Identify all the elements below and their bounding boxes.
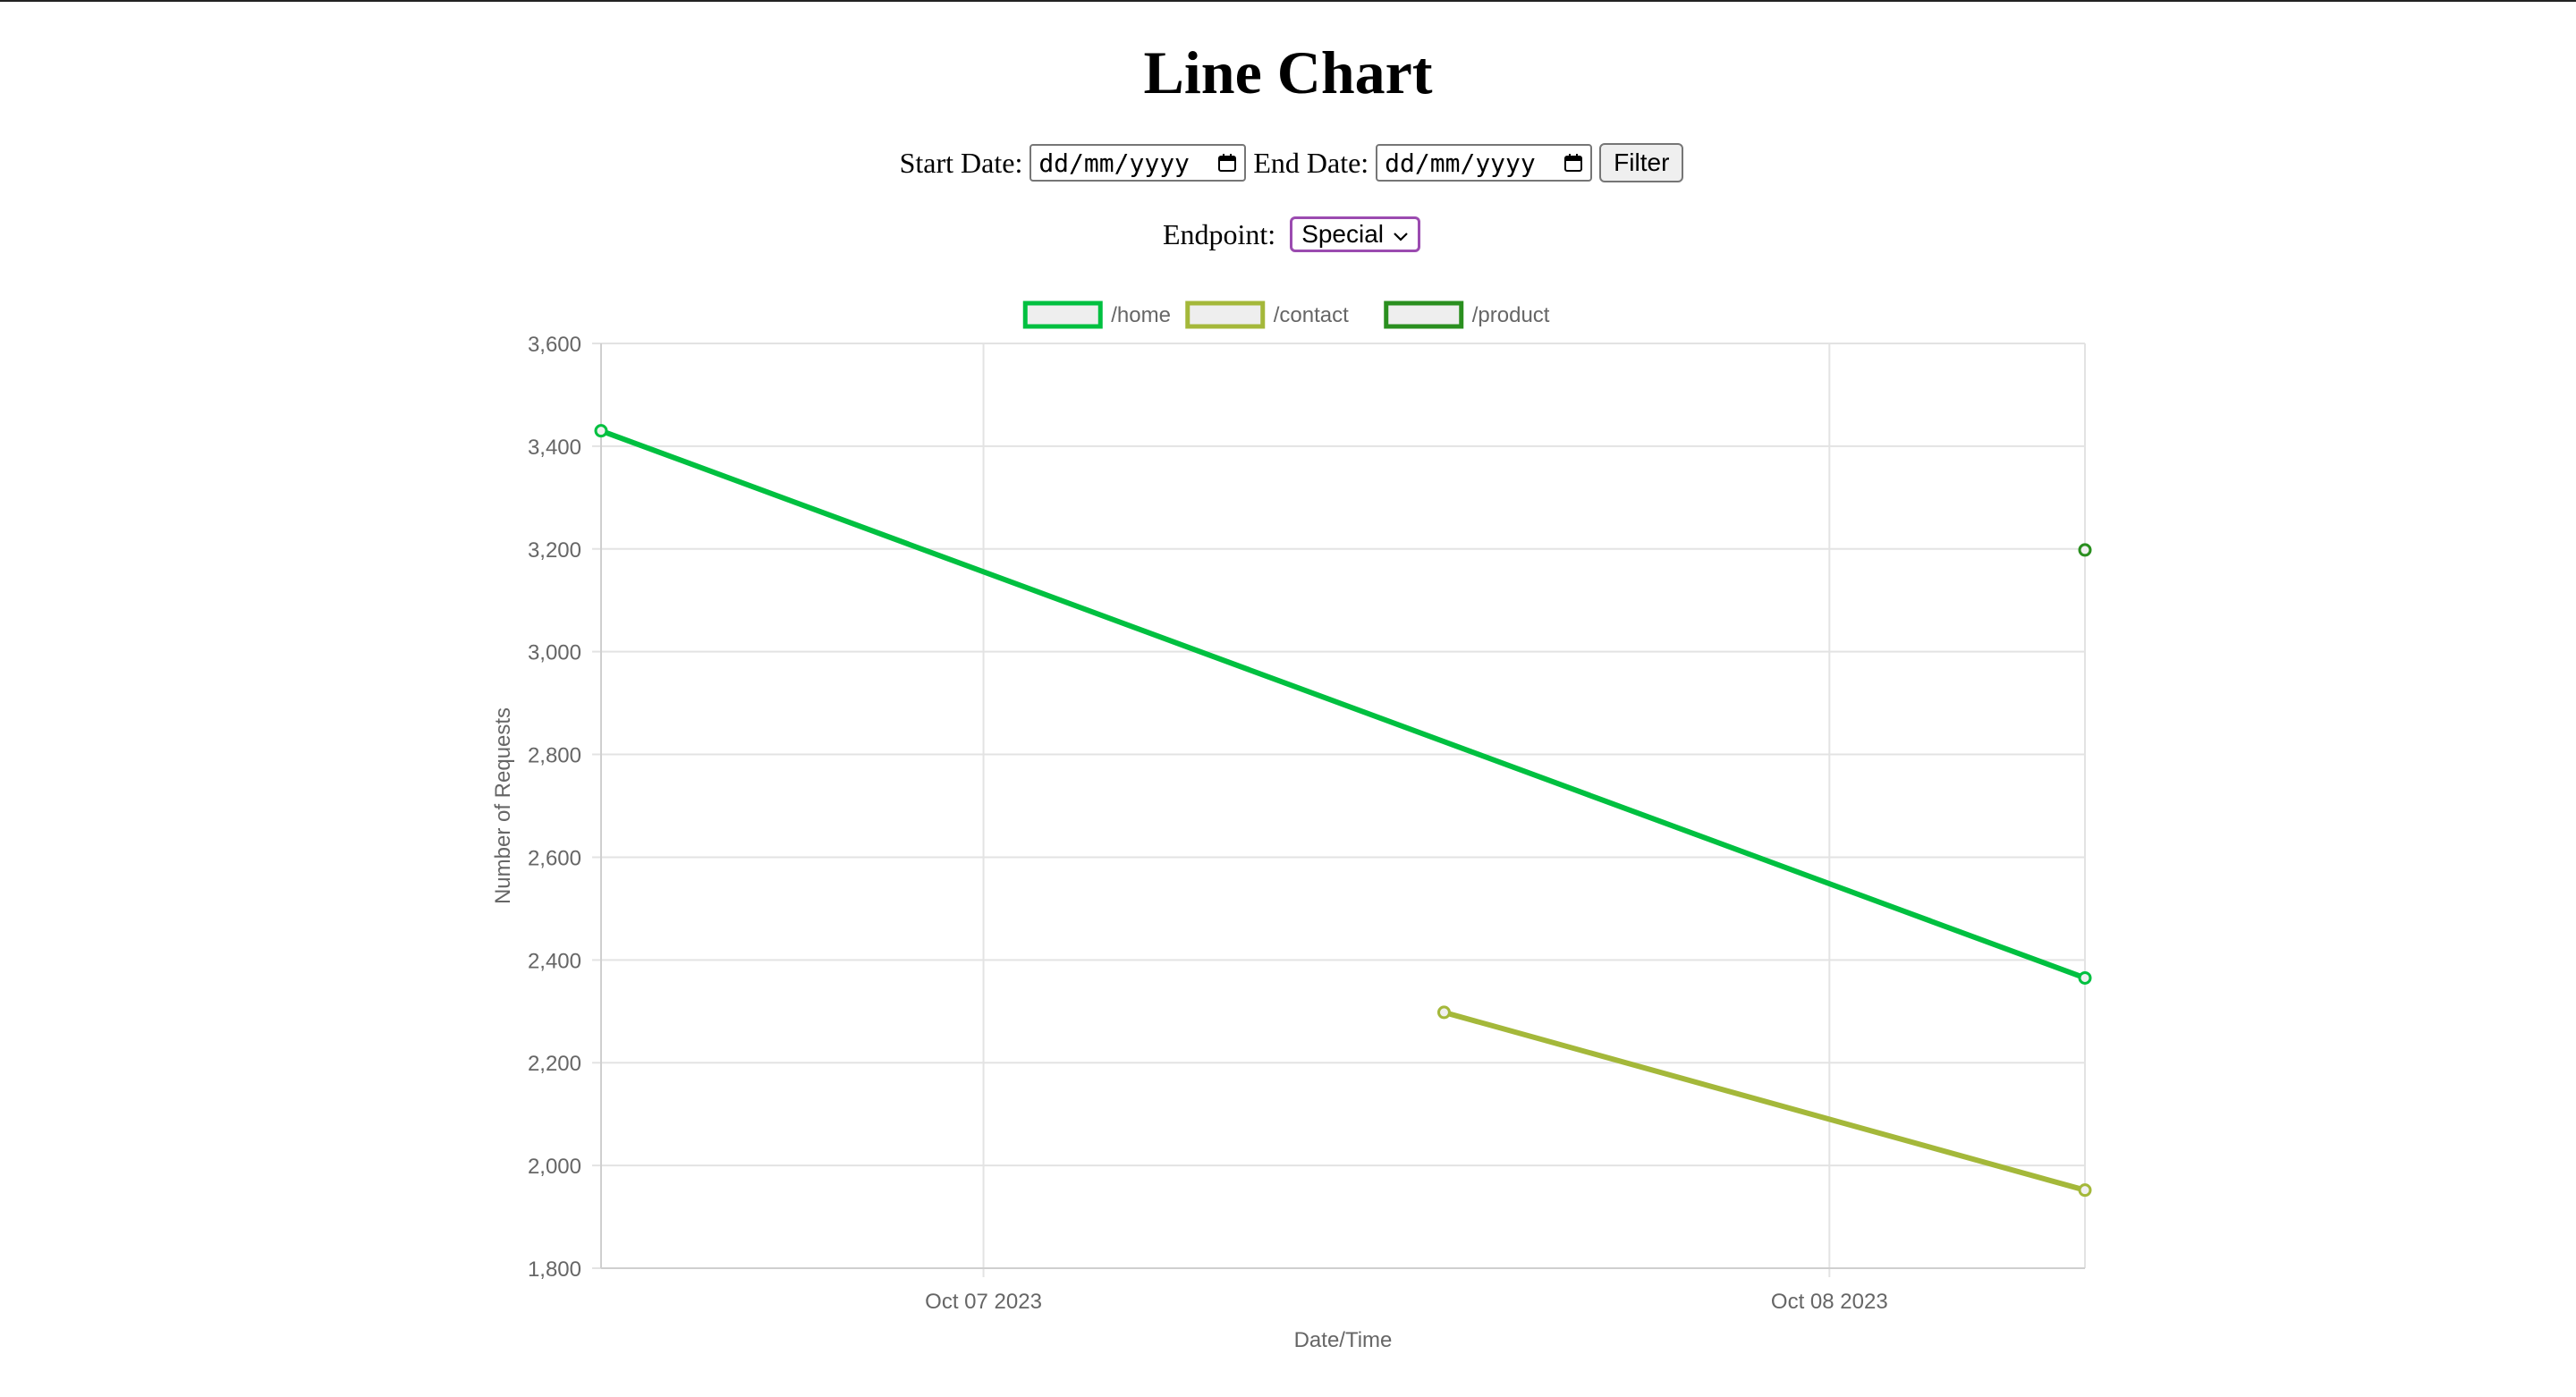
legend-swatch bbox=[1185, 301, 1266, 329]
y-tick-label: 3,400 bbox=[528, 436, 581, 460]
data-point bbox=[2078, 543, 2092, 557]
data-point bbox=[2078, 970, 2092, 985]
y-tick-label: 3,600 bbox=[528, 333, 581, 357]
data-point bbox=[594, 424, 608, 438]
y-tick-label: 2,000 bbox=[528, 1155, 581, 1179]
y-tick-label: 2,600 bbox=[528, 846, 581, 870]
x-tick-label: Oct 08 2023 bbox=[1771, 1290, 1888, 1314]
series-line bbox=[1443, 1010, 2086, 1193]
y-tick-label: 1,800 bbox=[528, 1257, 581, 1282]
legend-swatch bbox=[1384, 301, 1464, 329]
y-tick-label: 3,000 bbox=[528, 641, 581, 665]
legend-label: /home bbox=[1111, 303, 1171, 327]
data-point bbox=[2078, 1183, 2092, 1198]
x-axis-title: Date/Time bbox=[1294, 1328, 1393, 1352]
y-axis-title: Number of Requests bbox=[491, 707, 515, 904]
line-chart: 1,800 2,000 2,200 2,400 2,600 2,800 3,000 3,200… bbox=[491, 301, 2092, 1352]
legend-label: /contact bbox=[1274, 303, 1349, 327]
legend-label: /product bbox=[1472, 303, 1550, 327]
series-line bbox=[599, 428, 2087, 981]
legend-swatch bbox=[1022, 301, 1103, 329]
y-tick-label: 2,800 bbox=[528, 744, 581, 768]
data-point bbox=[1436, 1005, 1451, 1020]
x-tick-label: Oct 07 2023 bbox=[925, 1290, 1042, 1314]
y-tick-label: 2,200 bbox=[528, 1052, 581, 1076]
y-tick-label: 2,400 bbox=[528, 949, 581, 973]
y-tick-label: 3,200 bbox=[528, 538, 581, 563]
